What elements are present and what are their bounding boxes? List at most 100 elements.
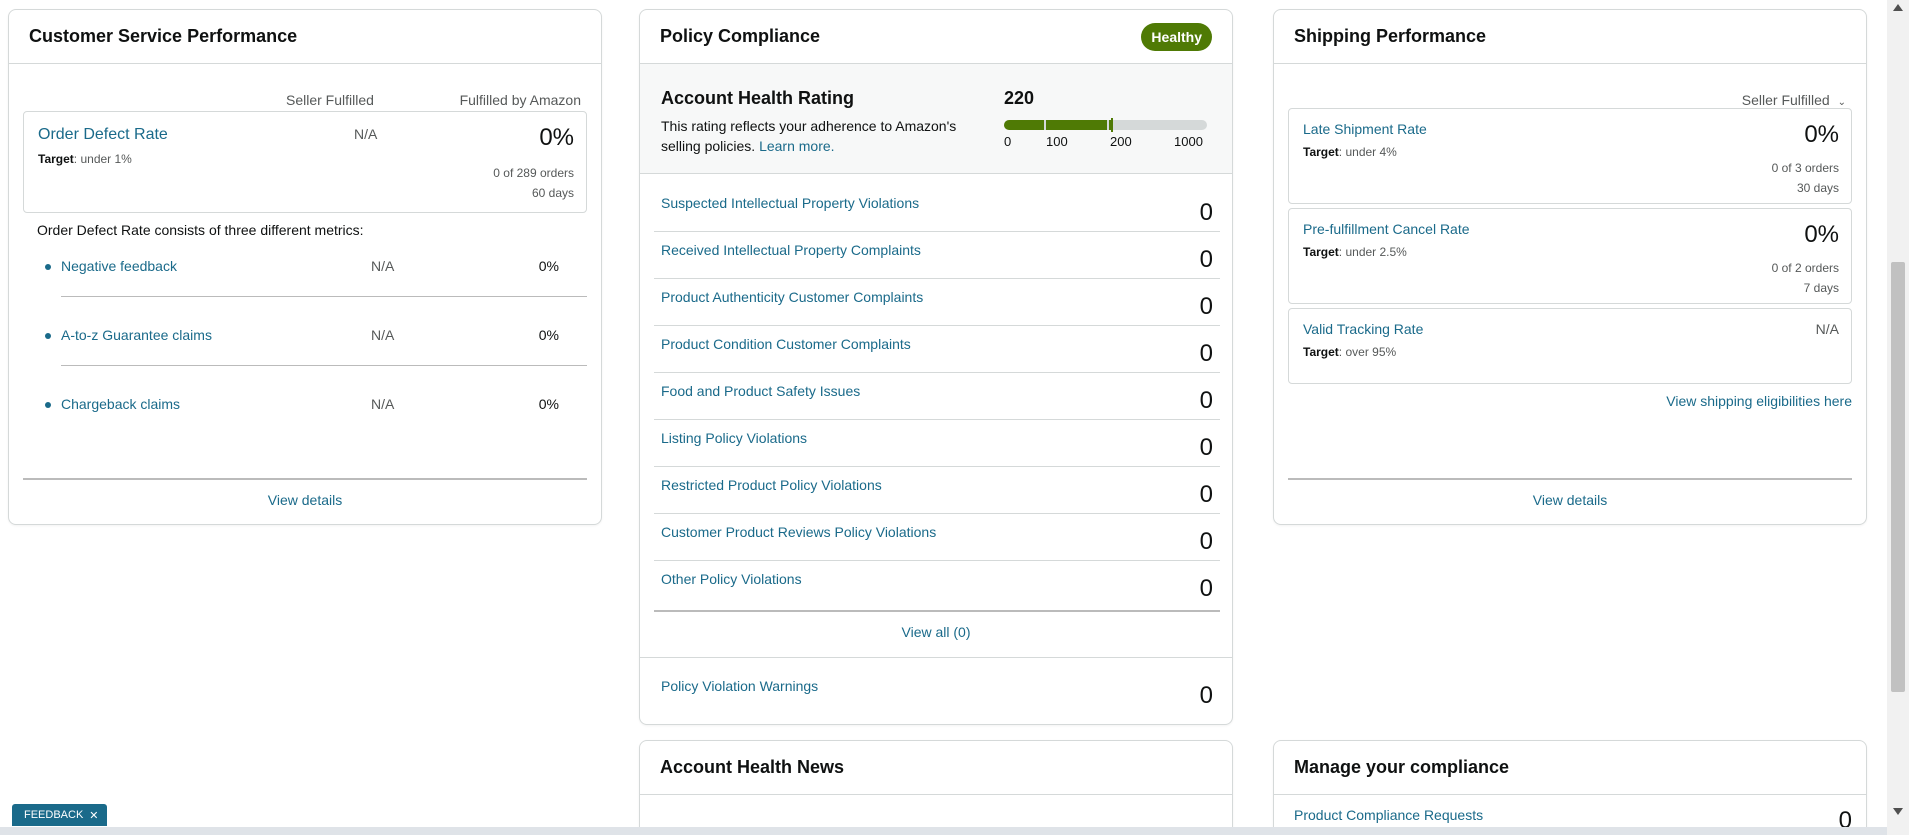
- chargeback-claims-link[interactable]: Chargeback claims: [61, 396, 180, 412]
- violation-row: Other Policy Violations 0: [654, 561, 1220, 608]
- view-all-link[interactable]: View all (0): [640, 624, 1232, 640]
- gauge-tick: 100: [1046, 134, 1068, 149]
- shipping-performance-card: Shipping Performance Seller Fulfilled ⌄ …: [1273, 9, 1867, 525]
- fba-column-header: Fulfilled by Amazon: [459, 92, 581, 108]
- a-to-z-claims-link[interactable]: A-to-z Guarantee claims: [61, 327, 212, 343]
- card-header: Customer Service Performance: [9, 10, 601, 64]
- product-compliance-requests-link[interactable]: Product Compliance Requests: [1294, 807, 1483, 823]
- violation-row: Food and Product Safety Issues 0: [654, 373, 1220, 420]
- scroll-up-icon[interactable]: [1893, 4, 1903, 11]
- odr-description: Order Defect Rate consists of three diff…: [37, 222, 364, 238]
- card-title: Policy Compliance: [660, 26, 821, 46]
- late-shipment-rate-link[interactable]: Late Shipment Rate: [1303, 121, 1427, 137]
- ahr-score: 220: [1004, 88, 1035, 108]
- violation-link[interactable]: Restricted Product Policy Violations: [661, 477, 882, 493]
- view-details-link[interactable]: View details: [9, 492, 601, 508]
- card-header: Policy Compliance Healthy: [640, 10, 1232, 64]
- order-defect-rate-link[interactable]: Order Defect Rate: [38, 126, 168, 144]
- target-label: Target: [1303, 145, 1339, 159]
- odr-target: Target: under 1%: [38, 152, 132, 166]
- fulfillment-filter-dropdown[interactable]: Seller Fulfilled ⌄: [1742, 92, 1846, 108]
- target-label: Target: [38, 152, 74, 166]
- violation-link[interactable]: Other Policy Violations: [661, 571, 802, 587]
- metric-seller-value: N/A: [371, 327, 395, 343]
- gauge-tick: 200: [1110, 134, 1132, 149]
- odr-fba-percent: 0%: [539, 124, 574, 151]
- negative-feedback-link[interactable]: Negative feedback: [61, 258, 177, 274]
- odr-orders: 0 of 289 orders: [493, 166, 574, 180]
- valid-tracking-box: Valid Tracking Rate Target: over 95% N/A: [1288, 308, 1852, 384]
- seller-fulfilled-column-header: Seller Fulfilled: [286, 92, 374, 108]
- target-value: : under 1%: [73, 152, 132, 166]
- violation-row: Customer Product Reviews Policy Violatio…: [654, 514, 1220, 561]
- violation-count: 0: [1199, 387, 1213, 414]
- valid-tracking-rate-link[interactable]: Valid Tracking Rate: [1303, 321, 1423, 337]
- gauge-segment: [1046, 120, 1107, 130]
- violation-row: Suspected Intellectual Property Violatio…: [654, 185, 1220, 232]
- horizontal-scrollbar[interactable]: [0, 827, 1887, 835]
- gauge-segment: [1004, 120, 1044, 130]
- violation-link[interactable]: Listing Policy Violations: [661, 430, 807, 446]
- violation-link[interactable]: Received Intellectual Property Complaint…: [661, 242, 921, 258]
- policy-compliance-card: Policy Compliance Healthy Account Health…: [639, 9, 1233, 725]
- divider: [654, 610, 1220, 612]
- bullet-icon: [45, 333, 51, 339]
- violation-link[interactable]: Food and Product Safety Issues: [661, 383, 860, 399]
- metric-orders: 0 of 3 orders: [1771, 161, 1839, 175]
- violation-row: Product Authenticity Customer Complaints…: [654, 279, 1220, 326]
- bullet-icon: [45, 402, 51, 408]
- ahr-description: This rating reflects your adherence to A…: [661, 116, 991, 156]
- vertical-scrollbar[interactable]: [1887, 0, 1909, 835]
- violation-row: Listing Policy Violations 0: [654, 420, 1220, 467]
- scrollbar-thumb[interactable]: [1891, 262, 1905, 692]
- gauge-tick: 1000: [1174, 134, 1203, 149]
- violation-row: Restricted Product Policy Violations 0: [654, 467, 1220, 514]
- odr-seller-value: N/A: [354, 126, 378, 142]
- metric-percent: 0%: [1804, 221, 1839, 248]
- chevron-down-icon: ⌄: [1837, 97, 1846, 108]
- divider: [640, 657, 1232, 658]
- pre-fulfillment-cancel-rate-link[interactable]: Pre-fulfillment Cancel Rate: [1303, 221, 1470, 237]
- card-title: Account Health News: [660, 757, 845, 777]
- policy-violation-warnings-link[interactable]: Policy Violation Warnings: [661, 678, 818, 694]
- target-value: : under 2.5%: [1338, 245, 1407, 259]
- target: Target: over 95%: [1303, 345, 1396, 359]
- shipping-eligibilities-link[interactable]: View shipping eligibilities here: [1666, 393, 1852, 409]
- close-icon[interactable]: ✕: [89, 809, 98, 822]
- metric-fba-value: 0%: [538, 258, 559, 274]
- metric-orders: 0 of 2 orders: [1771, 261, 1839, 275]
- warnings-count: 0: [1199, 682, 1213, 709]
- metric-row: A-to-z Guarantee claims N/A 0%: [37, 327, 587, 347]
- target-label: Target: [1303, 345, 1339, 359]
- scroll-down-icon[interactable]: [1893, 808, 1903, 815]
- violation-link[interactable]: Suspected Intellectual Property Violatio…: [661, 195, 919, 211]
- metric-fba-value: 0%: [538, 396, 559, 412]
- order-defect-rate-box: Order Defect Rate Target: under 1% N/A 0…: [23, 111, 587, 213]
- violation-count: 0: [1199, 481, 1213, 508]
- metric-seller-value: N/A: [371, 396, 395, 412]
- target-value: : under 4%: [1338, 145, 1397, 159]
- divider: [23, 478, 587, 480]
- violation-link[interactable]: Product Authenticity Customer Complaints: [661, 289, 923, 305]
- metric-row: Chargeback claims N/A 0%: [37, 396, 587, 416]
- status-badge: Healthy: [1141, 22, 1212, 51]
- late-shipment-box: Late Shipment Rate Target: under 4% 0% 0…: [1288, 108, 1852, 204]
- metric-days: 7 days: [1803, 281, 1839, 295]
- bullet-icon: [45, 264, 51, 270]
- violation-count: 0: [1199, 199, 1213, 226]
- customer-service-performance-card: Customer Service Performance Seller Fulf…: [8, 9, 602, 525]
- learn-more-link[interactable]: Learn more.: [759, 138, 834, 154]
- account-health-news-card: Account Health News: [639, 740, 1233, 835]
- warnings-row: Policy Violation Warnings 0: [654, 668, 1220, 715]
- target-label: Target: [1303, 245, 1339, 259]
- ahr-title: Account Health Rating: [661, 88, 855, 108]
- metric-row: Negative feedback N/A 0%: [37, 258, 587, 278]
- valid-tracking-value: N/A: [1815, 321, 1839, 337]
- violation-link[interactable]: Customer Product Reviews Policy Violatio…: [661, 524, 936, 540]
- feedback-button[interactable]: FEEDBACK ✕: [12, 804, 107, 826]
- violation-count: 0: [1199, 246, 1213, 273]
- violation-link[interactable]: Product Condition Customer Complaints: [661, 336, 911, 352]
- card-header: Account Health News: [640, 741, 1232, 795]
- view-details-link[interactable]: View details: [1274, 492, 1866, 508]
- violation-count: 0: [1199, 528, 1213, 555]
